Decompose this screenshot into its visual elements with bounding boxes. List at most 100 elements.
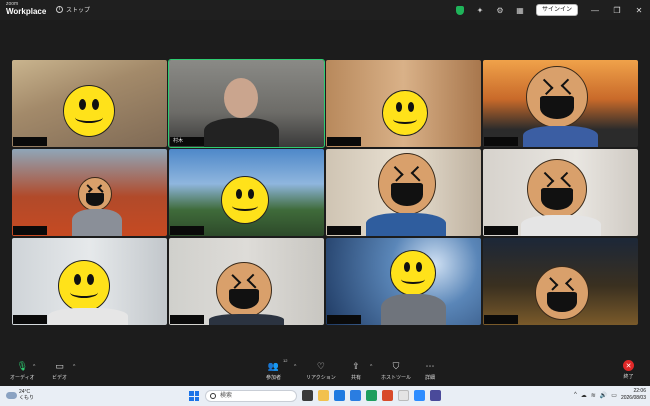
participant-name: [327, 315, 361, 324]
teams-icon[interactable]: [430, 390, 441, 401]
camera-icon: ▭: [55, 360, 64, 371]
grid-view-icon[interactable]: ▦: [513, 3, 527, 17]
shield-icon: ⛉: [392, 360, 400, 371]
participant-name: [484, 315, 518, 324]
video-tile[interactable]: [169, 149, 324, 236]
laugh-icon: [216, 262, 272, 318]
participant-name: [484, 226, 518, 235]
weather-widget[interactable]: 24°C くもり: [6, 389, 34, 401]
tray-chevron-icon[interactable]: ^: [574, 392, 577, 398]
signin-button[interactable]: サインイン: [535, 4, 578, 16]
participant-body: [209, 314, 284, 325]
laugh-icon: [378, 153, 436, 215]
video-tile[interactable]: [483, 238, 638, 325]
video-tile[interactable]: [326, 60, 481, 147]
reaction-button[interactable]: ♡ リアクション: [306, 360, 336, 382]
edge-browser-icon[interactable]: [334, 390, 345, 401]
powerpoint-icon[interactable]: [382, 390, 393, 401]
participants-button[interactable]: 👥 参加者: [266, 360, 282, 382]
start-windows-icon[interactable]: [189, 391, 199, 401]
video-options-chevron-icon[interactable]: ^: [73, 364, 75, 370]
zoom-app-icon[interactable]: [414, 390, 425, 401]
laugh-icon: [527, 159, 587, 219]
minimize-button[interactable]: —: [584, 0, 606, 20]
participants-count: 12: [283, 358, 288, 363]
smile-icon: [382, 90, 428, 136]
participant-name: [484, 137, 518, 146]
search-icon: [210, 393, 216, 399]
battery-icon[interactable]: ▭: [611, 392, 617, 399]
share-button[interactable]: ⇪ 共有: [350, 360, 362, 382]
video-tile[interactable]: [326, 149, 481, 236]
smile-icon: [221, 176, 269, 224]
mail-icon[interactable]: [350, 390, 361, 401]
security-shield-icon[interactable]: [453, 3, 467, 17]
participants-options-chevron-icon[interactable]: ^: [294, 364, 296, 370]
restore-button[interactable]: ❐: [606, 0, 628, 20]
host-tools-button[interactable]: ⛉ ホストツール: [381, 360, 412, 382]
stop-label: ストップ: [66, 8, 91, 14]
audio-options-chevron-icon[interactable]: ^: [33, 364, 35, 370]
smile-icon: [390, 250, 436, 296]
end-meeting-button[interactable]: ✕ 終了: [623, 360, 634, 380]
clock[interactable]: 22:06 2026/08/03: [621, 388, 646, 402]
close-button[interactable]: ✕: [628, 0, 650, 20]
system-tray: ^ ☁ ≋ 🔊 ▭ 22:06 2026/08/03: [574, 388, 646, 402]
volume-icon[interactable]: 🔊: [600, 392, 607, 399]
participant-name: [13, 226, 47, 235]
microphone-icon: 🎙: [16, 360, 29, 371]
participant-name: [327, 226, 361, 235]
laugh-icon: [526, 66, 588, 128]
file-explorer-icon[interactable]: [318, 390, 329, 401]
video-tile[interactable]: [12, 238, 167, 325]
video-tile-active-speaker[interactable]: 村木: [168, 59, 325, 148]
video-tile[interactable]: [326, 238, 481, 325]
wifi-icon[interactable]: ≋: [591, 392, 596, 399]
participant-body: [381, 294, 446, 325]
participant-body: [72, 209, 122, 236]
windows-taskbar: 24°C くもり 検索 ^ ☁ ≋ 🔊 ▭ 22:06 2026/08/03: [0, 386, 650, 406]
participant-body: [366, 213, 446, 236]
share-options-chevron-icon[interactable]: ^: [370, 364, 372, 370]
audio-button[interactable]: 🎙 オーディオ: [10, 360, 35, 382]
search-placeholder: 検索: [220, 393, 233, 399]
smile-icon: [63, 85, 115, 137]
share-screen-icon: ⇪: [352, 360, 360, 371]
excel-icon[interactable]: [366, 390, 377, 401]
info-icon: i: [56, 6, 63, 13]
zoom-window: zoom Workplace i ストップ ✦ ⚙ ▦ サインイン — ❐ ✕ …: [0, 0, 650, 406]
video-grid: 村木: [12, 59, 638, 325]
smile-icon: [58, 260, 110, 312]
cloud-sync-icon[interactable]: ☁: [581, 392, 587, 399]
audio-label: オーディオ: [10, 375, 35, 381]
participant-body: [48, 308, 128, 325]
video-tile[interactable]: [12, 149, 167, 236]
chrome-browser-icon[interactable]: [398, 390, 409, 401]
more-dots-icon: ⋯: [425, 360, 435, 371]
share-label: 共有: [350, 375, 361, 381]
video-tile[interactable]: [12, 60, 167, 147]
details-button[interactable]: ⋯ 詳細: [424, 360, 436, 382]
weather-text: くもり: [19, 395, 35, 401]
settings-gear-icon[interactable]: ⚙: [493, 3, 507, 17]
taskbar-apps: [302, 390, 441, 401]
host-tools-label: ホストツール: [381, 375, 412, 381]
task-view-icon[interactable]: [302, 390, 313, 401]
participant-name: [13, 137, 47, 146]
participants-label: 参加者: [266, 375, 282, 381]
video-tile[interactable]: [483, 149, 638, 236]
participant-body: [521, 215, 601, 236]
video-tile[interactable]: [483, 60, 638, 147]
clock-time: 22:06: [633, 388, 646, 394]
video-button[interactable]: ▭ ビデオ: [52, 360, 67, 382]
stop-button[interactable]: i ストップ: [56, 5, 90, 14]
taskbar-search-box[interactable]: 検索: [205, 390, 297, 402]
effects-icon[interactable]: ✦: [473, 3, 487, 17]
video-tile[interactable]: [169, 238, 324, 325]
title-bar: zoom Workplace i ストップ ✦ ⚙ ▦ サインイン — ❐ ✕: [0, 0, 650, 20]
title-bar-controls: ✦ ⚙ ▦ サインイン — ❐ ✕: [450, 0, 650, 20]
heart-icon: ♡: [316, 360, 325, 371]
end-label: 終了: [623, 374, 634, 380]
logo-workplace-text: Workplace: [6, 7, 47, 16]
zoom-logo: zoom Workplace: [6, 2, 46, 16]
